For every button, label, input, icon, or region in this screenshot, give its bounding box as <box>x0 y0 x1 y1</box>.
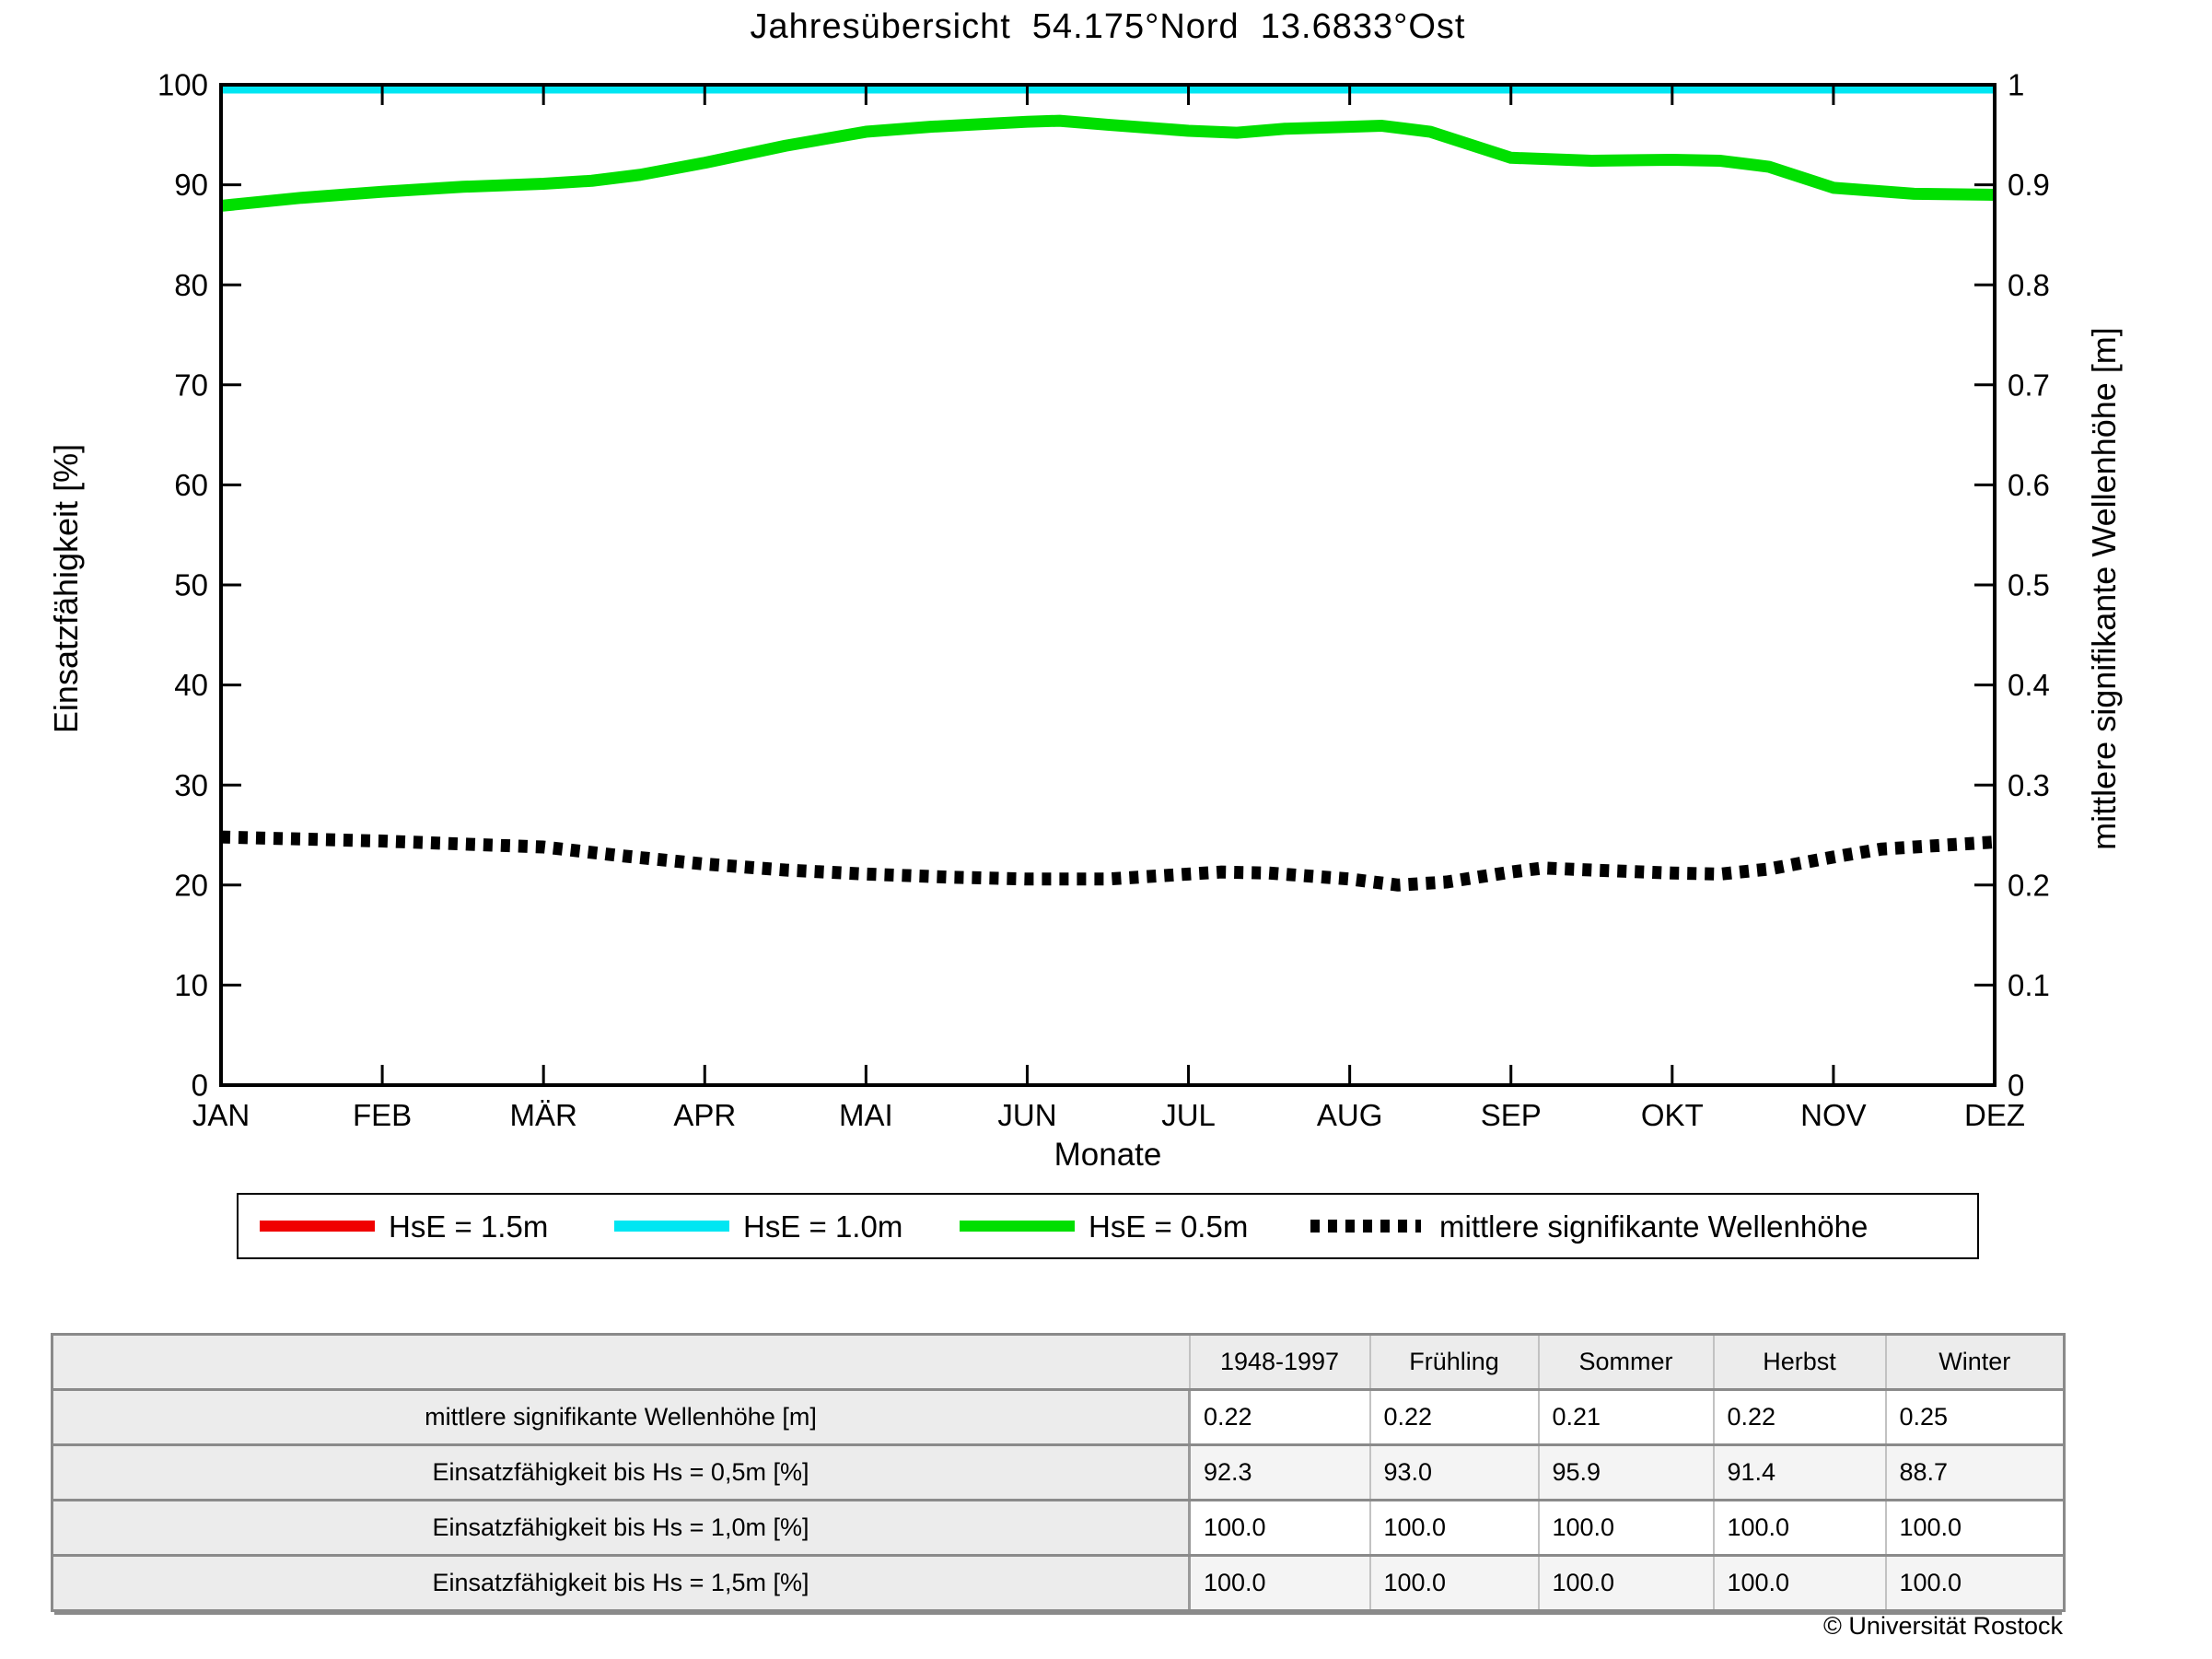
series-hse-2 <box>221 121 1995 205</box>
left-tick-label: 0 <box>192 1069 208 1103</box>
legend-swatch-dotted <box>1310 1220 1421 1233</box>
table-cell: 100.0 <box>1886 1556 2065 1611</box>
plot-area: 0 10 20 30 40 50 60 70 80 90 100 0 0.1 0.2 0.3 0.4 0.5 0.… <box>0 0 2212 1188</box>
season-table: 1948-1997FrühlingSommerHerbstWintermittl… <box>51 1333 2066 1612</box>
table-header-Herbst: Herbst <box>1714 1335 1886 1390</box>
table-cell: 100.0 <box>1714 1501 1886 1556</box>
table-cell: 92.3 <box>1190 1445 1370 1501</box>
table-cell: 0.21 <box>1539 1390 1714 1445</box>
right-tick-label: 0.9 <box>2008 168 2050 202</box>
series-dotted-wellenhoehe <box>221 837 1995 885</box>
axes-border <box>221 85 1995 1085</box>
table-cell: 100.0 <box>1370 1501 1539 1556</box>
table-cell: 88.7 <box>1886 1445 2065 1501</box>
table-cell: 100.0 <box>1370 1556 1539 1611</box>
x-tick-label: NOV <box>1800 1098 1867 1132</box>
table-header-Winter: Winter <box>1886 1335 2065 1390</box>
right-tick-label: 0.2 <box>2008 868 2050 902</box>
right-tick-label: 0.8 <box>2008 268 2050 302</box>
y-axis-label-right: mittlere signifikante Wellenhöhe [m] <box>2085 312 2124 865</box>
legend-label: mittlere signifikante Wellenhöhe <box>1439 1209 1868 1244</box>
table-header-1948-1997: 1948-1997 <box>1190 1335 1370 1390</box>
legend-label: HsE = 1.0m <box>743 1209 902 1244</box>
table-row-label: Einsatzfähigkeit bis Hs = 1,0m [%] <box>52 1501 1190 1556</box>
left-tick-label: 20 <box>174 868 208 902</box>
legend-swatch-line <box>260 1221 375 1232</box>
table-cell: 91.4 <box>1714 1445 1886 1501</box>
legend-swatch-line <box>960 1221 1075 1232</box>
x-tick-label: MAI <box>839 1098 893 1132</box>
left-tick-label: 90 <box>174 168 208 202</box>
table-header-empty <box>52 1335 1190 1390</box>
right-tick-label: 0.7 <box>2008 368 2050 402</box>
figure: Jahresübersicht 54.175°Nord 13.6833°Ost … <box>0 0 2212 1659</box>
table-row: Einsatzfähigkeit bis Hs = 1,5m [%]100.01… <box>52 1556 2065 1611</box>
table-cell: 100.0 <box>1190 1501 1370 1556</box>
table-cell: 0.25 <box>1886 1390 2065 1445</box>
x-tick-label: OKT <box>1641 1098 1704 1132</box>
right-tick-label: 0 <box>2008 1069 2024 1103</box>
right-tick-label: 0.5 <box>2008 568 2050 602</box>
table-cell: 100.0 <box>1190 1556 1370 1611</box>
table-row: Einsatzfähigkeit bis Hs = 1,0m [%]100.01… <box>52 1501 2065 1556</box>
left-tick-label: 80 <box>174 268 208 302</box>
table-cell: 0.22 <box>1190 1390 1370 1445</box>
x-tick-label: JUL <box>1161 1098 1216 1132</box>
x-tick-label: FEB <box>353 1098 412 1132</box>
x-tick-label: SEP <box>1481 1098 1542 1132</box>
right-tick-label: 0.4 <box>2008 668 2050 702</box>
table-cell: 100.0 <box>1539 1556 1714 1611</box>
left-tick-label: 40 <box>174 668 208 702</box>
left-tick-label: 100 <box>157 68 208 102</box>
table-cell: 100.0 <box>1539 1501 1714 1556</box>
table-cell: 0.22 <box>1714 1390 1886 1445</box>
table-header-Sommer: Sommer <box>1539 1335 1714 1390</box>
right-tick-label: 0.1 <box>2008 968 2050 1002</box>
legend-swatch-line <box>614 1221 729 1232</box>
y-axis-label-left: Einsatzfähigkeit [%] <box>47 312 86 865</box>
table-row-label: mittlere signifikante Wellenhöhe [m] <box>52 1390 1190 1445</box>
table-row-label: Einsatzfähigkeit bis Hs = 1,5m [%] <box>52 1556 1190 1611</box>
table-cell: 100.0 <box>1886 1501 2065 1556</box>
table-cell: 0.22 <box>1370 1390 1539 1445</box>
table-header-row: 1948-1997FrühlingSommerHerbstWinter <box>52 1335 2065 1390</box>
right-tick-label: 0.6 <box>2008 468 2050 502</box>
left-tick-label: 50 <box>174 568 208 602</box>
x-tick-label: DEZ <box>1964 1098 2025 1132</box>
table-row: mittlere signifikante Wellenhöhe [m]0.22… <box>52 1390 2065 1445</box>
left-tick-label: 10 <box>174 968 208 1002</box>
x-tick-label: JUN <box>997 1098 1056 1132</box>
copyright: © Universität Rostock <box>1823 1612 2063 1641</box>
x-tick-label: MÄR <box>510 1098 577 1132</box>
right-tick-label: 0.3 <box>2008 768 2050 802</box>
x-tick-label: APR <box>673 1098 736 1132</box>
legend-label: HsE = 1.5m <box>389 1209 548 1244</box>
table-header-Frühling: Frühling <box>1370 1335 1539 1390</box>
x-tick-label: AUG <box>1317 1098 1383 1132</box>
left-tick-label: 70 <box>174 368 208 402</box>
table-row: Einsatzfähigkeit bis Hs = 0,5m [%]92.393… <box>52 1445 2065 1501</box>
legend-label: HsE = 0.5m <box>1089 1209 1248 1244</box>
left-tick-label: 30 <box>174 768 208 802</box>
x-tick-label: JAN <box>192 1098 250 1132</box>
legend: HsE = 1.5m HsE = 1.0m HsE = 0.5m mittlere s… <box>237 1193 1979 1259</box>
left-tick-label: 60 <box>174 468 208 502</box>
table-cell: 95.9 <box>1539 1445 1714 1501</box>
x-axis-label: Monate <box>221 1137 1995 1174</box>
table-cell: 100.0 <box>1714 1556 1886 1611</box>
table-cell: 93.0 <box>1370 1445 1539 1501</box>
right-tick-label: 1 <box>2008 68 2024 102</box>
table-row-label: Einsatzfähigkeit bis Hs = 0,5m [%] <box>52 1445 1190 1501</box>
